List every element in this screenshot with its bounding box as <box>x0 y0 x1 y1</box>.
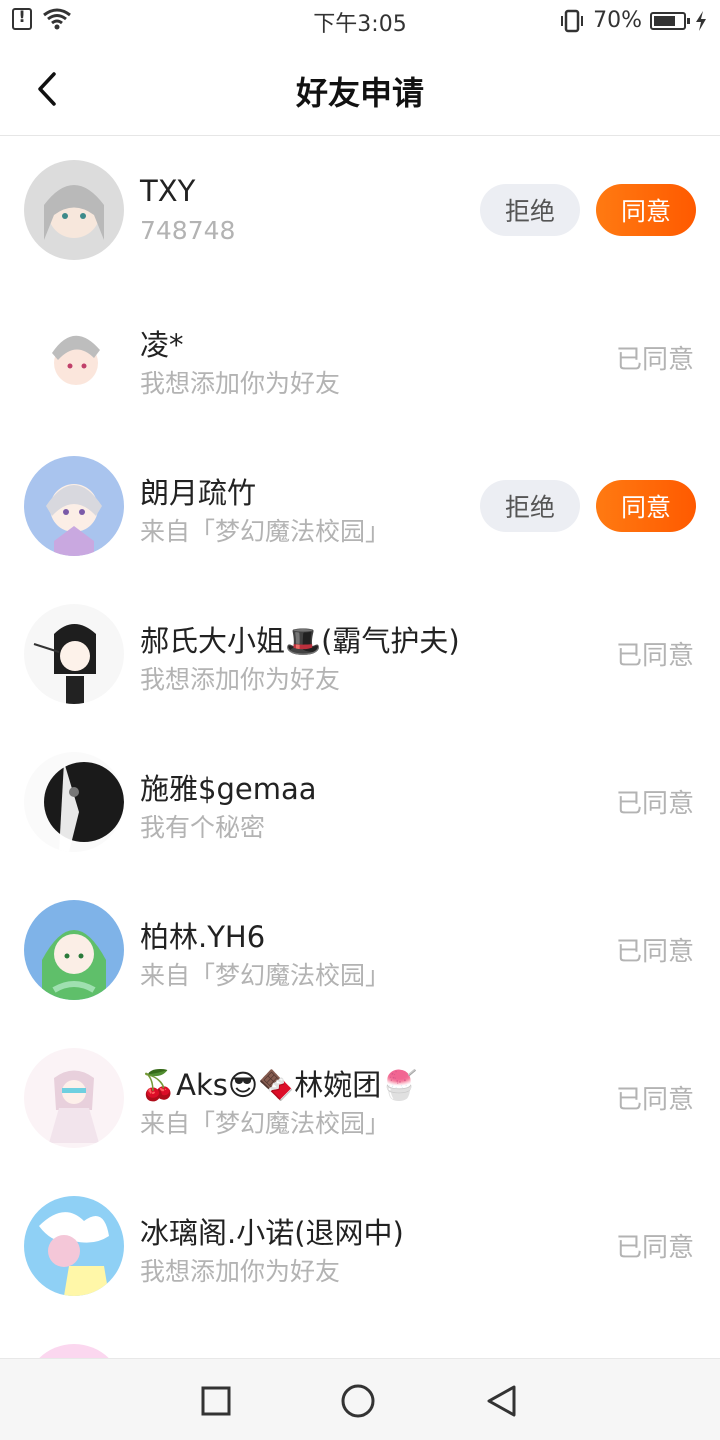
avatar[interactable] <box>24 308 124 408</box>
request-subtitle: 我想添加你为好友 <box>140 369 341 398</box>
avatar[interactable] <box>24 456 124 556</box>
avatar[interactable] <box>24 1344 124 1358</box>
request-name: 施雅$gemaa <box>140 772 317 806</box>
avatar[interactable] <box>24 604 124 704</box>
request-name: 🍒Aks😎🍫林婉团🍧 <box>140 1068 418 1102</box>
home-button[interactable] <box>340 1383 376 1419</box>
request-name: 冰璃阁.小诺(退网中) <box>140 1216 404 1250</box>
system-nav-bar <box>0 1358 720 1440</box>
request-subtitle: 来自「梦幻魔法校园」 <box>140 517 391 546</box>
request-name: TXY <box>140 174 196 208</box>
accepted-label: 已同意 <box>615 345 694 375</box>
accepted-label: 已同意 <box>615 789 694 819</box>
vibrate-icon <box>561 9 584 32</box>
accepted-label: 已同意 <box>615 937 694 967</box>
request-subtitle: 我想添加你为好友 <box>140 1257 341 1286</box>
request-subtitle: 来自「梦幻魔法校园」 <box>140 1109 391 1138</box>
list-item[interactable]: 朗月疏竹 来自「梦幻魔法校园」 拒绝 同意 <box>0 432 720 580</box>
reject-button[interactable]: 拒绝 <box>480 184 580 236</box>
list-item[interactable]: 凌* 我想添加你为好友 已同意 <box>0 284 720 432</box>
avatar[interactable] <box>24 1048 124 1148</box>
accepted-label: 已同意 <box>615 1233 694 1263</box>
battery-icon <box>650 11 690 30</box>
list-item[interactable]: 施雅$gemaa 我有个秘密 已同意 <box>0 728 720 876</box>
request-name: 凌* <box>140 328 184 362</box>
back-triangle-icon <box>487 1385 516 1417</box>
recent-apps-button[interactable] <box>198 1383 234 1419</box>
recent-apps-icon <box>201 1386 231 1416</box>
accepted-label: 已同意 <box>615 641 694 671</box>
header: 好友申请 <box>0 42 720 136</box>
list-item[interactable]: 🍒Aks😎🍫林婉团🍧 来自「梦幻魔法校园」 已同意 <box>0 1024 720 1172</box>
accept-button[interactable]: 同意 <box>596 480 696 532</box>
list-item[interactable]: 冰璃阁.小诺(退网中) 我想添加你为好友 已同意 <box>0 1172 720 1320</box>
accepted-label: 已同意 <box>615 1085 694 1115</box>
request-name: 柏林.YH6 <box>140 920 266 954</box>
request-name: 朗月疏竹 <box>140 476 257 510</box>
avatar[interactable] <box>24 752 124 852</box>
request-subtitle: 748748 <box>140 216 236 245</box>
avatar[interactable] <box>24 160 124 260</box>
battery-percent: 70% <box>593 8 642 33</box>
page-title: 好友申请 <box>295 74 424 112</box>
request-name: 郝氏大小姐🎩(霸气护夫) <box>140 624 460 658</box>
status-bar: 下午3:05 70% <box>0 0 720 42</box>
list-item[interactable]: TXY 748748 拒绝 同意 <box>0 136 720 284</box>
request-subtitle: 我想添加你为好友 <box>140 665 341 694</box>
accept-button[interactable]: 同意 <box>596 184 696 236</box>
status-right: 70% <box>559 8 708 33</box>
request-subtitle: 来自「梦幻魔法校园」 <box>140 961 391 990</box>
list-item[interactable]: 郝氏大小姐🎩(霸气护夫) 我想添加你为好友 已同意 <box>0 580 720 728</box>
avatar[interactable] <box>24 900 124 1000</box>
friend-request-list[interactable]: TXY 748748 拒绝 同意 凌* 我想添加你为好友 已同意 朗月疏竹 来自… <box>0 136 720 1358</box>
reject-button[interactable]: 拒绝 <box>480 480 580 532</box>
back-nav-button[interactable] <box>484 1383 520 1419</box>
request-subtitle: 我有个秘密 <box>140 813 266 842</box>
charging-icon <box>696 10 706 31</box>
home-icon <box>341 1384 375 1418</box>
avatar[interactable] <box>24 1196 124 1296</box>
list-item[interactable]: 柏林.YH6 来自「梦幻魔法校园」 已同意 <box>0 876 720 1024</box>
list-item[interactable] <box>0 1320 720 1358</box>
